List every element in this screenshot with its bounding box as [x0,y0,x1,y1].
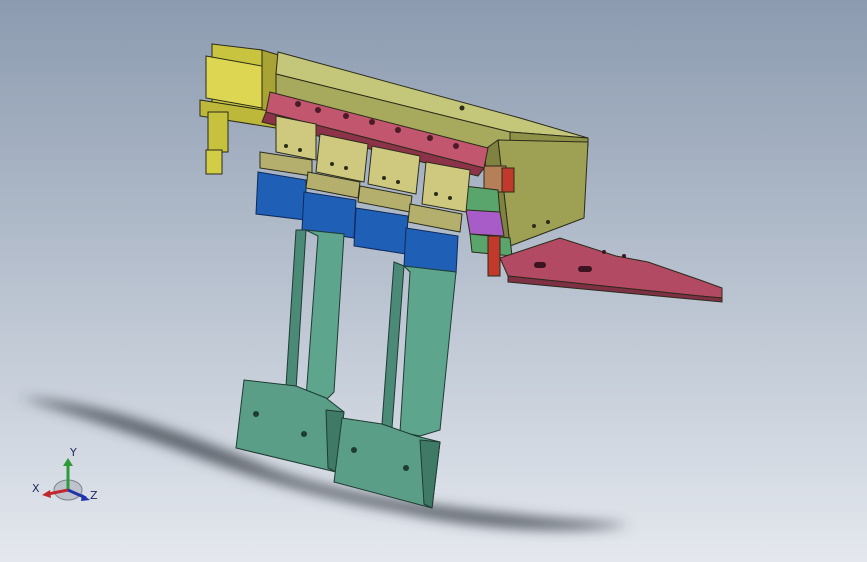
triad-x-label: X [32,482,40,495]
triad-y-label: Y [69,446,77,459]
triad-z-arrow [81,494,90,501]
orientation-triad[interactable]: Y X Z [22,438,112,518]
triad-y-arrow [63,458,73,466]
triad-z-label: Z [90,489,98,502]
triad-x-arrow [42,490,51,498]
cad-model-view[interactable] [0,0,867,562]
cad-viewport[interactable]: Y X Z [0,0,867,562]
